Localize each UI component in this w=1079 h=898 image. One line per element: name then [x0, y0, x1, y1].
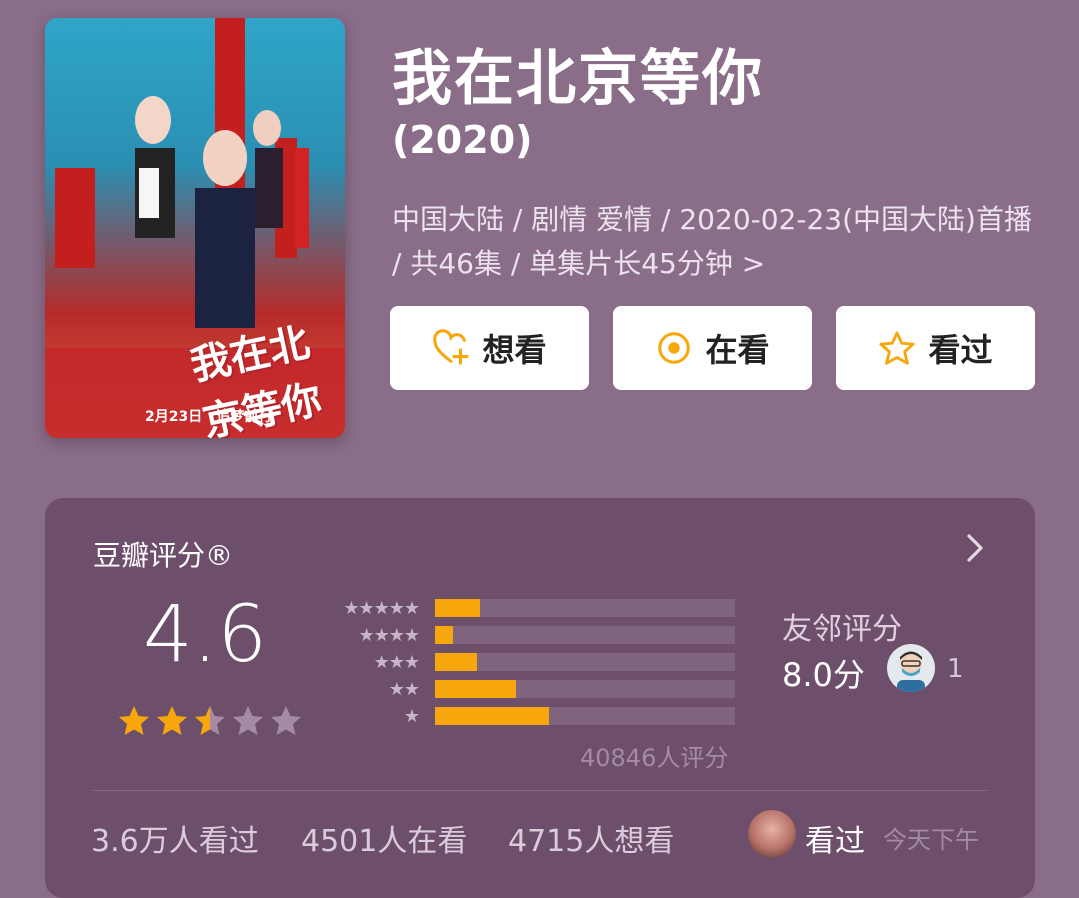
star-icon — [879, 331, 916, 365]
heart-plus-icon — [433, 329, 470, 365]
watching-count: 4501人在看 — [301, 824, 468, 859]
distribution-stars-label: ★★★★ — [358, 624, 420, 646]
show-meta-link[interactable]: 中国大陆 / 剧情 爱情 / 2020-02-23(中国大陆)首播 / 共46集… — [392, 198, 1032, 286]
rating-score: 4.6 — [143, 590, 268, 680]
distribution-row: ★★ — [313, 678, 735, 700]
divider — [93, 790, 987, 791]
want-to-watch-button[interactable]: 想看 — [390, 306, 589, 390]
watched-button[interactable]: 看过 — [836, 306, 1035, 390]
poster-image[interactable]: 我在北京等你 2月23日 追梦前行 — [45, 18, 345, 438]
distribution-bar — [435, 653, 477, 671]
friend-count: 1 — [947, 654, 964, 684]
distribution-bar — [435, 599, 480, 617]
want-count: 4715人想看 — [508, 824, 675, 859]
rating-star-icon — [195, 706, 225, 735]
distribution-stars-label: ★ — [403, 705, 420, 727]
distribution-row: ★★★★★ — [313, 597, 735, 619]
user-status-time: 今天下午 — [883, 826, 979, 854]
rating-card[interactable]: 豆瓣评分® 4.6 ★★★★★ ★★★★ ★★★ ★★ ★ 40846人评分 友邻评分 … — [45, 498, 1035, 898]
distribution-row: ★★★★ — [313, 624, 735, 646]
rating-star-icon — [157, 706, 187, 735]
distribution-stars-label: ★★★ — [373, 651, 420, 673]
rating-title: 豆瓣评分® — [93, 539, 234, 572]
target-icon — [658, 332, 691, 364]
distribution-stars-label: ★★ — [388, 678, 420, 700]
distribution-track — [435, 680, 735, 698]
distribution-track — [435, 599, 735, 617]
distribution-bar — [435, 707, 549, 725]
friend-rating-label: 友邻评分 — [782, 612, 902, 647]
distribution-bar — [435, 626, 453, 644]
distribution-bar — [435, 680, 516, 698]
distribution-row: ★ — [313, 705, 735, 727]
page-title: 我在北京等你 — [392, 44, 764, 114]
rating-count[interactable]: 40846人评分 — [580, 738, 728, 773]
watching-button[interactable]: 在看 — [613, 306, 812, 390]
friend-avatar[interactable] — [887, 644, 935, 692]
rating-star-icon — [119, 706, 149, 735]
user-avatar[interactable] — [748, 810, 796, 858]
watched-count: 3.6万人看过 — [91, 824, 259, 859]
poster-date: 2月23日 追梦前行 — [145, 409, 273, 425]
rating-star-icon — [233, 706, 263, 735]
distribution-row: ★★★ — [313, 651, 735, 673]
chevron-right-icon[interactable] — [963, 530, 987, 566]
distribution-track — [435, 653, 735, 671]
distribution-track — [435, 707, 735, 725]
rating-stars — [117, 704, 303, 738]
user-status: 看过 — [805, 824, 865, 859]
avatar-illustration — [897, 651, 925, 692]
distribution-track — [435, 626, 735, 644]
distribution-stars-label: ★★★★★ — [343, 597, 420, 619]
watched-label: 看过 — [928, 331, 993, 369]
release-year: (2020) — [392, 118, 533, 162]
rating-star-icon — [271, 706, 301, 735]
friend-rating-score: 8.0分 — [782, 656, 865, 694]
watching-label: 在看 — [705, 331, 770, 369]
want-to-watch-label: 想看 — [482, 331, 547, 369]
